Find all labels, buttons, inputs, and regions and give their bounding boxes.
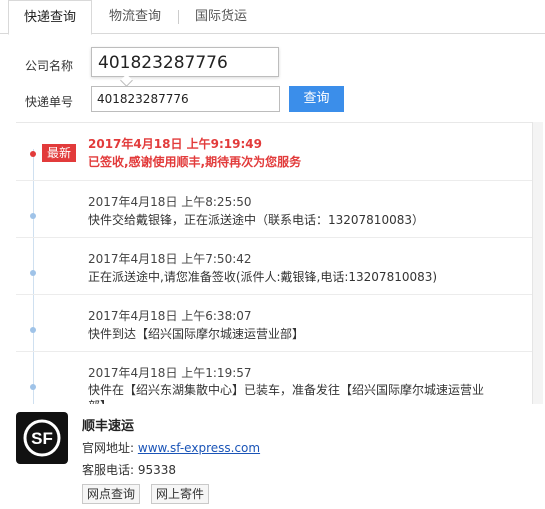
event-time: 2017年4月18日 上午7:50:42: [88, 252, 252, 266]
online-send-button[interactable]: 网上寄件: [151, 484, 210, 504]
sf-logo-text: SF: [31, 429, 53, 448]
timeline-dot: [30, 327, 36, 333]
tab-bar: 快递查询 物流查询 国际货运: [0, 0, 545, 35]
timeline-item: 2017年4月18日 上午6:38:07 快件到达【绍兴国际摩尔城速运营业部】: [16, 294, 532, 352]
tracking-timeline: 最新 2017年4月18日 上午9:19:49 已签收,感谢使用顺丰,期待再次为…: [16, 122, 532, 405]
event-desc: 快件交给戴银锋，正在派送途中（联系电话：13207810083）: [88, 213, 424, 227]
website-link[interactable]: www.sf-express.com: [138, 441, 260, 455]
latest-dot: [30, 151, 36, 157]
event-time: 2017年4月18日 上午1:19:57: [88, 366, 252, 380]
event-time: 2017年4月18日 上午9:19:49: [88, 137, 262, 151]
event-time: 2017年4月18日 上午6:38:07: [88, 309, 252, 323]
timeline-item-latest: 最新 2017年4月18日 上午9:19:49 已签收,感谢使用顺丰,期待再次为…: [16, 123, 532, 181]
event-desc: 快件到达【绍兴国际摩尔城速运营业部】: [88, 327, 305, 341]
event-desc: 快件在【绍兴东湖集散中心】已装车，准备发往【绍兴国际摩尔城速运营业部】: [88, 383, 485, 405]
phone-label: 客服电话:: [82, 463, 135, 477]
timeline-item: 2017年4月18日 上午8:25:50 快件交给戴银锋，正在派送途中（联系电话…: [16, 180, 532, 238]
company-website-row: 官网地址: www.sf-express.com: [82, 439, 260, 456]
event-desc: 已签收,感谢使用顺丰,期待再次为您服务: [88, 155, 302, 169]
event-desc: 正在派送途中,请您准备签收(派件人:戴银锋,电话:13207810083): [88, 270, 438, 284]
tab-international-freight[interactable]: 国际货运: [184, 0, 258, 33]
timeline-dot: [30, 384, 36, 390]
company-name: 顺丰速运: [82, 419, 135, 434]
event-time: 2017年4月18日 上午8:25:50: [88, 195, 252, 209]
company-label: 公司名称: [25, 59, 74, 73]
website-label: 官网地址:: [82, 441, 135, 455]
latest-badge: 最新: [42, 144, 77, 162]
phone-number: 95338: [137, 463, 177, 477]
timeline-dot: [30, 213, 36, 219]
company-card: SF 顺丰速运 官网地址: www.sf-express.com 客服电话: 9…: [16, 404, 532, 509]
number-preview-popup: 401823287776: [91, 47, 279, 77]
timeline-scrollbar[interactable]: [532, 122, 543, 404]
tracking-number-input[interactable]: 401823287776: [91, 86, 280, 112]
outlet-query-button[interactable]: 网点查询: [82, 484, 141, 504]
tab-divider: [178, 10, 179, 24]
timeline-item: 2017年4月18日 上午7:50:42 正在派送途中,请您准备签收(派件人:戴…: [16, 237, 532, 295]
company-phone-row: 客服电话: 95338: [82, 461, 176, 478]
number-label: 快递单号: [25, 95, 74, 109]
timeline-dot: [30, 270, 36, 276]
query-button[interactable]: 查询: [289, 86, 344, 112]
tab-express-query[interactable]: 快递查询: [8, 0, 92, 35]
sf-logo: SF: [16, 412, 68, 464]
tab-logistics-query[interactable]: 物流查询: [98, 0, 172, 33]
timeline-item: 2017年4月18日 上午1:19:57 快件在【绍兴东湖集散中心】已装车，准备…: [16, 351, 532, 405]
